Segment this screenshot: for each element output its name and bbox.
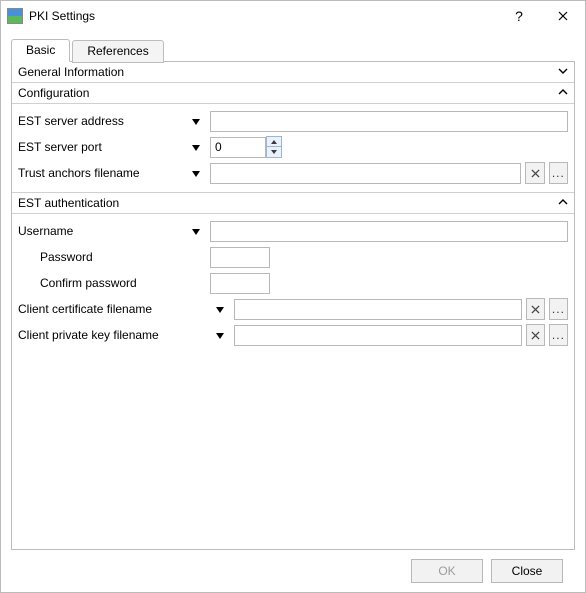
x-icon (531, 331, 540, 340)
chevron-down-icon (558, 65, 568, 79)
section-body-configuration: EST server address EST server port (12, 104, 574, 193)
dropdown-icon[interactable] (192, 114, 204, 128)
close-icon (558, 11, 568, 21)
dialog-footer: OK Close (11, 550, 575, 592)
title-bar: PKI Settings ? (1, 1, 585, 31)
help-button[interactable]: ? (497, 1, 541, 31)
browse-button[interactable]: ... (549, 298, 568, 320)
clear-button[interactable] (525, 162, 544, 184)
row-username: Username (18, 218, 568, 244)
row-trust-anchors-filename: Trust anchors filename ... (18, 160, 568, 186)
spin-est-server-port (210, 136, 282, 158)
section-header-est-auth[interactable]: EST authentication (12, 193, 574, 214)
spin-up-button[interactable] (266, 136, 282, 147)
close-window-button[interactable] (541, 1, 585, 31)
label-username: Username (18, 224, 73, 238)
section-title-configuration: Configuration (18, 86, 89, 100)
close-button[interactable]: Close (491, 559, 563, 583)
x-icon (531, 169, 540, 178)
row-client-cert-filename: Client certificate filename ... (18, 296, 568, 322)
tab-references[interactable]: References (72, 40, 163, 63)
tab-page-basic: General Information Configuration EST se… (11, 61, 575, 550)
dropdown-icon[interactable] (192, 224, 204, 238)
ok-button[interactable]: OK (411, 559, 483, 583)
input-confirm-password[interactable] (210, 273, 270, 294)
row-client-priv-key-filename: Client private key filename ... (18, 322, 568, 348)
tab-basic[interactable]: Basic (11, 39, 70, 62)
section-header-configuration[interactable]: Configuration (12, 83, 574, 104)
label-client-priv-key-filename: Client private key filename (18, 328, 159, 342)
section-title-general-info: General Information (18, 65, 124, 79)
row-est-server-address: EST server address (18, 108, 568, 134)
row-password: Password (18, 244, 568, 270)
input-username[interactable] (210, 221, 568, 242)
section-title-est-auth: EST authentication (18, 196, 119, 210)
clear-button[interactable] (526, 298, 545, 320)
input-client-priv-key-filename[interactable] (234, 325, 522, 346)
clear-button[interactable] (526, 324, 545, 346)
tab-strip: Basic References (11, 39, 575, 62)
input-est-server-port[interactable] (210, 137, 266, 158)
browse-button[interactable]: ... (549, 162, 568, 184)
dropdown-icon[interactable] (192, 166, 204, 180)
label-password: Password (18, 250, 93, 264)
browse-button[interactable]: ... (549, 324, 568, 346)
label-client-cert-filename: Client certificate filename (18, 302, 152, 316)
input-trust-anchors-filename[interactable] (210, 163, 521, 184)
app-icon (7, 8, 23, 24)
x-icon (531, 305, 540, 314)
spin-down-button[interactable] (266, 147, 282, 158)
dropdown-icon[interactable] (216, 302, 228, 316)
input-client-cert-filename[interactable] (234, 299, 522, 320)
dropdown-icon[interactable] (192, 140, 204, 154)
row-confirm-password: Confirm password (18, 270, 568, 296)
chevron-up-icon (558, 196, 568, 210)
section-header-general-info[interactable]: General Information (12, 62, 574, 83)
input-est-server-address[interactable] (210, 111, 568, 132)
label-confirm-password: Confirm password (18, 276, 137, 290)
chevron-up-icon (558, 86, 568, 100)
row-est-server-port: EST server port (18, 134, 568, 160)
dropdown-icon[interactable] (216, 328, 228, 342)
section-body-est-auth: Username Password Con (12, 214, 574, 354)
input-password[interactable] (210, 247, 270, 268)
label-est-server-address: EST server address (18, 114, 124, 128)
label-trust-anchors-filename: Trust anchors filename (18, 166, 140, 180)
window-title: PKI Settings (29, 9, 497, 23)
label-est-server-port: EST server port (18, 140, 102, 154)
